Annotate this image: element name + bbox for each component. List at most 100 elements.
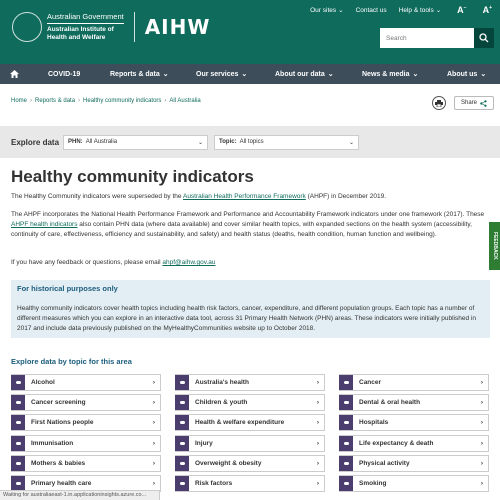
topic-select[interactable]: Topic: All topics ⌄ — [214, 134, 360, 150]
home-button[interactable] — [0, 64, 28, 84]
coat-of-arms-icon — [12, 12, 42, 42]
contact-us-link[interactable]: Contact us — [356, 7, 387, 14]
intro-paragraph-3: If you have any feedback or questions, p… — [11, 258, 489, 268]
topic-label: Hospitals — [359, 419, 389, 427]
nav-reports-data[interactable]: Reports & data ⌄ — [110, 70, 169, 79]
chevron-right-icon: › — [152, 480, 155, 487]
topic-marker-icon — [175, 415, 189, 431]
topic-marker-icon — [339, 435, 353, 451]
share-button[interactable]: Share — [453, 96, 494, 110]
site-header: Our sites ⌄ Contact us Help & tools ⌄ A− A… — [0, 0, 500, 64]
p2-text: The AHPF incorporates the National Healt… — [11, 211, 485, 218]
help-tools-link[interactable]: Help & tools ⌄ — [398, 6, 442, 15]
topic-marker-icon — [175, 476, 189, 491]
chevron-right-icon: › — [152, 459, 155, 467]
topic-label: Alcohol — [31, 379, 55, 386]
topic-link[interactable]: Immunisation › — [11, 434, 161, 452]
topic-link[interactable]: Alcohol › — [11, 374, 161, 391]
topic-label: Mothers & babies — [31, 459, 86, 467]
chevron-right-icon: › — [316, 399, 319, 407]
chevron-right-icon: › — [152, 439, 155, 447]
logo-divider — [133, 12, 135, 42]
nav-services-label: Our services — [196, 70, 239, 78]
topic-link[interactable]: Injury › — [175, 434, 325, 452]
topic-value: All topics — [239, 139, 264, 145]
gov-text: Australian Government Australian Institu… — [47, 12, 124, 42]
search-box — [380, 28, 494, 48]
aihw-logo[interactable]: Australian Government Australian Institu… — [12, 12, 210, 42]
chevron-down-icon: ⌄ — [162, 71, 169, 78]
font-decrease-button[interactable]: A− — [457, 5, 466, 15]
print-button[interactable] — [431, 96, 446, 110]
topic-link[interactable]: Dental & oral health › — [339, 394, 489, 412]
topic-link[interactable]: Hospitals › — [339, 414, 489, 432]
p1-text: The Healthy Community indicators were su… — [11, 193, 183, 200]
chevron-right-icon: › — [480, 439, 483, 447]
historical-body: Healthy community indicators cover healt… — [17, 305, 476, 332]
topic-link[interactable]: Overweight & obesity › — [175, 454, 325, 472]
chevron-down-icon: ⌄ — [412, 71, 419, 78]
topic-label: First Nations people — [31, 419, 94, 427]
breadcrumb-hci[interactable]: Healthy community indicators — [83, 98, 161, 104]
phn-value: All Australia — [85, 139, 118, 145]
breadcrumb-sep: › — [164, 98, 167, 104]
nav-about-data-label: About our data — [275, 70, 325, 78]
email-link[interactable]: ahpf@aihw.gov.au — [162, 259, 215, 266]
topic-link[interactable]: Physical activity › — [339, 454, 489, 472]
topic-label: Cancer — [359, 379, 382, 386]
topic-link[interactable]: Cancer screening › — [11, 394, 161, 412]
chevron-right-icon: › — [316, 459, 319, 467]
topic-label: Children & youth — [195, 399, 248, 407]
p3-text: If you have any feedback or questions, p… — [11, 259, 163, 266]
share-label: Share — [460, 100, 477, 106]
breadcrumb-home[interactable]: Home — [11, 98, 27, 104]
search-input[interactable] — [380, 28, 474, 48]
chevron-down-icon: ⌄ — [327, 71, 334, 78]
breadcrumb-reports[interactable]: Reports & data — [35, 98, 75, 104]
help-tools-label: Help & tools — [398, 6, 434, 14]
explore-data-label: Explore data — [11, 137, 60, 147]
nav-about-us-label: About us — [447, 70, 478, 78]
topic-link[interactable]: Health & welfare expenditure › — [175, 414, 325, 432]
ahpf-indicators-link[interactable]: AHPF health indicators — [11, 221, 77, 228]
topic-link[interactable]: Life expectancy & death › — [339, 434, 489, 452]
topic-link[interactable]: Risk factors › — [175, 475, 325, 492]
topic-link[interactable]: Smoking › — [339, 475, 489, 492]
topic-label: Physical activity — [359, 459, 410, 467]
topic-link[interactable]: Australia's health › — [175, 374, 325, 391]
topic-label: Risk factors — [195, 480, 233, 487]
p1-text-post: (AHPF) in December 2019. — [305, 193, 387, 200]
nav-about-data[interactable]: About our data ⌄ — [275, 70, 334, 79]
chevron-right-icon: › — [480, 379, 483, 386]
phn-select[interactable]: PHN: All Australia ⌄ — [63, 134, 209, 150]
search-button[interactable] — [474, 28, 494, 48]
historical-title: For historical purposes only — [17, 284, 118, 293]
breadcrumb-current[interactable]: All Australia — [169, 98, 200, 104]
share-icon — [480, 99, 487, 107]
browser-status-bar: Waiting for australiaeast-1.in.applicati… — [0, 490, 160, 500]
nav-news-media[interactable]: News & media ⌄ — [362, 70, 419, 79]
topic-link[interactable]: First Nations people › — [11, 414, 161, 432]
gov-line2: Australian Institute of — [47, 25, 114, 33]
font-increase-button[interactable]: A+ — [483, 5, 492, 15]
chevron-down-icon: ⌄ — [435, 7, 442, 14]
our-sites-link[interactable]: Our sites ⌄ — [310, 6, 343, 15]
topic-link[interactable]: Cancer › — [339, 374, 489, 391]
topic-marker-icon — [339, 415, 353, 431]
brand-name: AIHW — [144, 15, 211, 39]
topic-marker-icon — [339, 395, 353, 411]
historical-notice: For historical purposes only Healthy com… — [11, 280, 490, 338]
feedback-tab[interactable]: FEEDBACK — [489, 222, 500, 270]
nav-our-services[interactable]: Our services ⌄ — [196, 70, 247, 79]
utility-nav: Our sites ⌄ Contact us Help & tools ⌄ A− A… — [310, 5, 492, 15]
nav-about-us[interactable]: About us ⌄ — [447, 70, 486, 79]
chevron-right-icon: › — [316, 379, 319, 386]
our-sites-label: Our sites — [310, 6, 337, 14]
topic-link[interactable]: Children & youth › — [175, 394, 325, 412]
topic-label: Australia's health — [195, 379, 249, 386]
breadcrumb-sep: › — [30, 98, 33, 104]
nav-covid[interactable]: COVID-19 — [48, 71, 80, 78]
print-icon — [434, 99, 443, 107]
ahpf-link[interactable]: Australian Health Performance Framework — [183, 193, 306, 200]
topic-link[interactable]: Mothers & babies › — [11, 454, 161, 472]
